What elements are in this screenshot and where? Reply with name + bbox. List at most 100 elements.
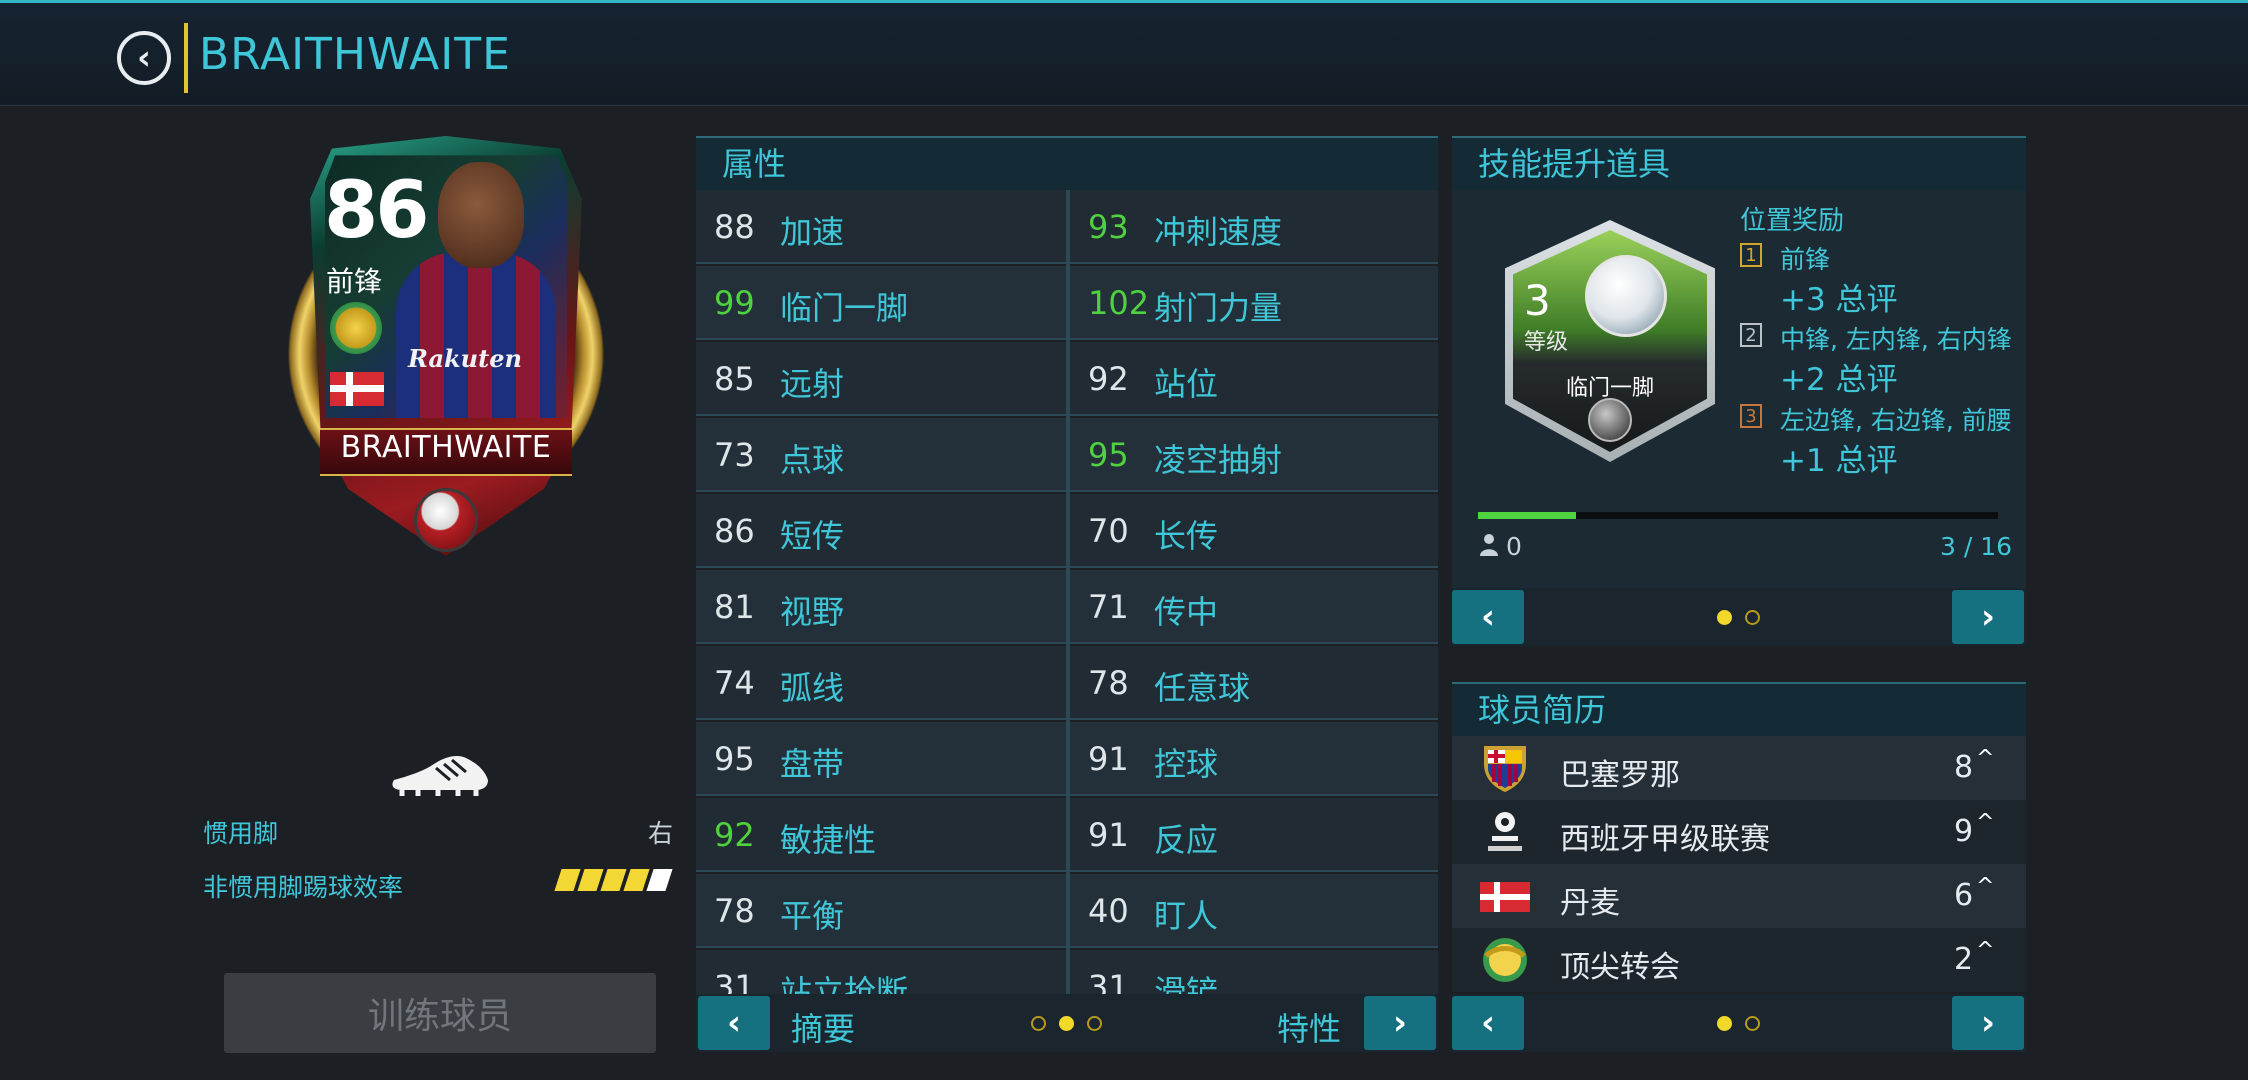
prev-page-button[interactable]: ‹	[698, 996, 770, 1050]
reward-bonus-2: +2 总评	[1780, 362, 1898, 398]
coach-count: 0	[1506, 532, 1522, 561]
top-transfer-program-icon	[330, 302, 382, 354]
skill-next-button[interactable]: ›	[1952, 590, 2024, 644]
skill-emblem-icon	[1588, 398, 1632, 442]
chemistry-up-icon: ^	[1976, 746, 1995, 771]
attribute-label: 控球	[1154, 745, 1219, 783]
attribute-cell[interactable]: 92 敏捷性	[696, 798, 1066, 872]
chevron-left-icon: ‹	[1480, 1003, 1495, 1043]
weak-foot-star	[600, 869, 627, 891]
attribute-cell[interactable]: 93 冲刺速度	[1070, 190, 1438, 264]
page-dot	[1087, 1016, 1102, 1031]
attribute-label: 临门一脚	[780, 289, 909, 327]
attribute-row: 86 短传 70 长传	[696, 494, 1438, 570]
attribute-label: 盯人	[1154, 897, 1219, 935]
player-card[interactable]: Rakuten 86 前锋 BRAITHWAITE	[280, 132, 612, 564]
career-row-program[interactable]: 顶尖转会 2 ^	[1452, 928, 2026, 992]
attribute-cell[interactable]: 91 反应	[1070, 798, 1438, 872]
football-boot-icon	[392, 756, 488, 796]
weak-foot-label: 非惯用脚踢球效率	[203, 873, 404, 902]
attribute-value: 95	[714, 740, 755, 778]
attribute-cell[interactable]: 40 盯人	[1070, 874, 1438, 948]
career-row-league[interactable]: 西班牙甲级联赛 9 ^	[1452, 800, 2026, 864]
career-next-button[interactable]: ›	[1952, 996, 2024, 1050]
attribute-cell[interactable]: 92 站位	[1070, 342, 1438, 416]
attribute-cell[interactable]: 85 远射	[696, 342, 1066, 416]
attribute-value: 85	[714, 360, 755, 398]
chevron-left-icon: ‹	[726, 1003, 741, 1043]
denmark-flag-icon	[1480, 882, 1530, 912]
attribute-row: 74 弧线 78 任意球	[696, 646, 1438, 722]
title-divider	[184, 23, 188, 93]
attribute-cell[interactable]: 81 视野	[696, 570, 1066, 644]
prev-page-label[interactable]: 摘要	[791, 1004, 855, 1050]
attribute-cell[interactable]: 99 临门一脚	[696, 266, 1066, 340]
attributes-grid[interactable]: 88 加速 93 冲刺速度 99 临门一脚 102 射门力量 85 远射 92 站位 73 点球 95 凌空抽…	[696, 190, 1438, 994]
reward-bonus-3: +1 总评	[1780, 443, 1898, 479]
attribute-value: 93	[1088, 208, 1129, 246]
career-row-nation[interactable]: 丹麦 6 ^	[1452, 864, 2026, 928]
next-page-label[interactable]: 特性	[1277, 1004, 1341, 1050]
attribute-cell[interactable]: 95 凌空抽射	[1070, 418, 1438, 492]
attribute-label: 长传	[1154, 517, 1219, 555]
career-row-club[interactable]: 巴塞罗那 8 ^	[1452, 736, 2026, 800]
skill-prev-button[interactable]: ‹	[1452, 590, 1524, 644]
skill-progress-text: 3 / 16	[1940, 532, 2013, 561]
reward-bonus-1: +3 总评	[1780, 282, 1898, 318]
attribute-cell[interactable]: 73 点球	[696, 418, 1066, 492]
attribute-label: 视野	[780, 593, 845, 631]
attribute-label: 传中	[1154, 593, 1219, 631]
attribute-row: 31 站立抢断 31 滑铲	[696, 950, 1438, 994]
attribute-cell[interactable]: 74 弧线	[696, 646, 1066, 720]
attribute-label: 反应	[1154, 821, 1219, 859]
attributes-header: 属性	[696, 136, 1438, 190]
attribute-cell[interactable]: 78 平衡	[696, 874, 1066, 948]
attribute-value: 73	[714, 436, 755, 474]
attribute-label: 敏捷性	[780, 821, 877, 859]
attribute-row: 81 视野 71 传中	[696, 570, 1438, 646]
career-prev-button[interactable]: ‹	[1452, 996, 1524, 1050]
attribute-label: 弧线	[780, 669, 845, 707]
attribute-value: 91	[1088, 816, 1129, 854]
reward-positions-2: 中锋, 左内锋, 右内锋	[1780, 325, 2012, 354]
jersey-sponsor: Rakuten	[408, 344, 522, 373]
attribute-value: 40	[1088, 892, 1129, 930]
attribute-value: 91	[1088, 740, 1129, 778]
attribute-row: 88 加速 93 冲刺速度	[696, 190, 1438, 266]
attribute-cell[interactable]: 95 盘带	[696, 722, 1066, 796]
attribute-label: 平衡	[780, 897, 845, 935]
attribute-cell[interactable]: 71 传中	[1070, 570, 1438, 644]
attributes-page-dots	[1031, 1016, 1102, 1031]
skill-level-label: 等级	[1524, 330, 1569, 355]
reward-rank-3: 3	[1740, 404, 1762, 428]
next-page-button[interactable]: ›	[1364, 996, 1436, 1050]
page-dot	[1745, 610, 1760, 625]
attribute-value: 81	[714, 588, 755, 626]
attribute-label: 射门力量	[1154, 289, 1283, 327]
attribute-value: 92	[714, 816, 755, 854]
attribute-cell[interactable]: 31 站立抢断	[696, 950, 1066, 994]
chevron-left-icon: ‹	[1480, 597, 1495, 637]
reward-rank-2: 2	[1740, 323, 1762, 347]
attribute-cell[interactable]: 91 控球	[1070, 722, 1438, 796]
attribute-row: 95 盘带 91 控球	[696, 722, 1438, 798]
career-program-value: 2	[1954, 942, 1974, 977]
attribute-value: 74	[714, 664, 755, 702]
attribute-cell[interactable]: 86 短传	[696, 494, 1066, 568]
player-jersey	[396, 252, 556, 418]
attribute-label: 滑铲	[1154, 973, 1219, 994]
attribute-cell[interactable]: 102 射门力量	[1070, 266, 1438, 340]
back-button[interactable]: ‹	[117, 31, 171, 85]
weak-foot-star	[554, 869, 581, 891]
coach-icon	[1480, 534, 1498, 556]
card-position: 前锋	[326, 265, 383, 298]
attribute-label: 远射	[780, 365, 845, 403]
attribute-cell[interactable]: 31 滑铲	[1070, 950, 1438, 994]
attribute-cell[interactable]: 78 任意球	[1070, 646, 1438, 720]
attribute-cell[interactable]: 70 长传	[1070, 494, 1438, 568]
train-player-button[interactable]: 训练球员	[224, 973, 656, 1053]
weak-foot-star	[646, 869, 673, 891]
attribute-label: 盘带	[780, 745, 845, 783]
attribute-cell[interactable]: 88 加速	[696, 190, 1066, 264]
attribute-value: 92	[1088, 360, 1129, 398]
